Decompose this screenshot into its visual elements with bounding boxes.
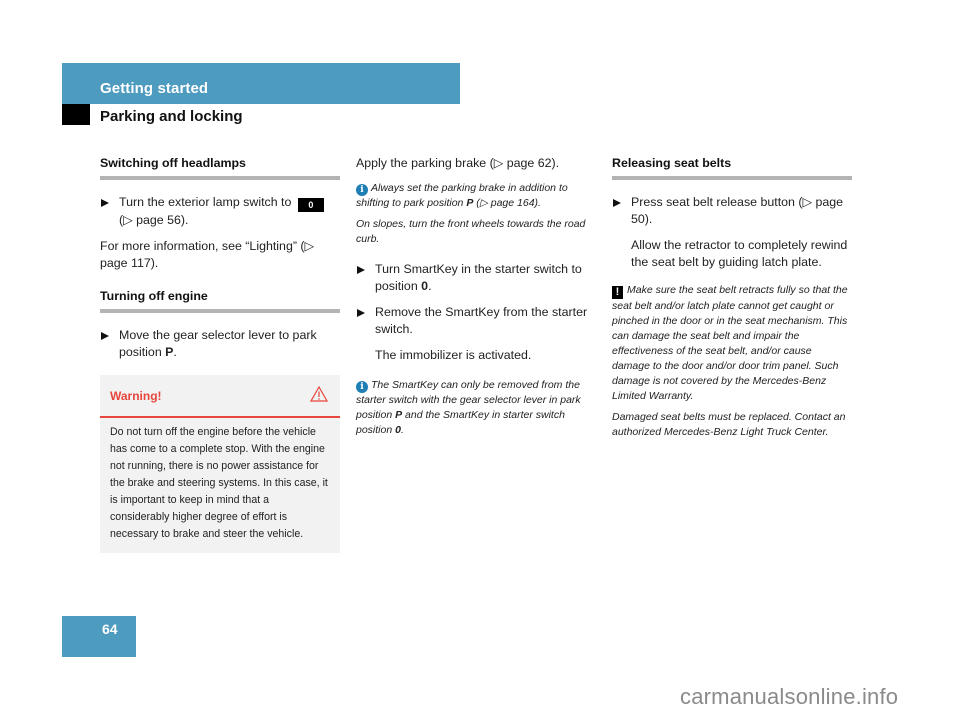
more-info-text: For more information, see “Lighting” (▷ …: [100, 239, 315, 270]
lamp-switch-position-icon: 0: [297, 198, 324, 212]
bullet-arrow-icon: [101, 332, 109, 340]
list-item: Turn SmartKey in the starter switch to p…: [356, 261, 596, 295]
result-text: The immobilizer is activated.: [375, 348, 532, 362]
parking-brake-instruction: Apply the parking brake (▷ page 62).: [356, 156, 560, 170]
page-number: 64: [102, 621, 118, 637]
exclamation-icon: !: [612, 286, 623, 299]
heading-turning-off-engine: Turning off engine: [100, 288, 340, 313]
info-icon: i: [356, 184, 368, 196]
section-marker: [62, 104, 90, 125]
info-icon: i: [356, 381, 368, 393]
heading-switching-off-headlamps: Switching off headlamps: [100, 155, 340, 180]
info-note-extra: On slopes, turn the front wheels towards…: [356, 218, 586, 245]
info-note: i The SmartKey can only be removed from t…: [356, 379, 581, 436]
page-reference[interactable]: (▷ page 56).: [119, 213, 188, 227]
bullet-arrow-icon: [357, 309, 365, 317]
bullet-arrow-icon: [101, 199, 109, 207]
column-1: Switching off headlamps Turn the exterio…: [100, 155, 340, 553]
bullet-arrow-icon: [357, 266, 365, 274]
list-item: Remove the SmartKey from the starter swi…: [356, 304, 596, 338]
info-note: i Always set the parking brake in additio…: [356, 182, 568, 209]
bullet-arrow-icon: [613, 199, 621, 207]
column-2: Apply the parking brake (▷ page 62). i Al…: [356, 155, 596, 444]
warning-header: Warning!: [100, 375, 340, 418]
section-title: Parking and locking: [100, 108, 243, 125]
watermark: carmanualsonline.info: [680, 684, 899, 709]
warning-triangle-icon: [309, 385, 329, 407]
list-item: Move the gear selector lever to park pos…: [100, 327, 340, 361]
caution-note: ! Make sure the seat belt retracts fully …: [612, 284, 848, 402]
followup-text: Allow the retractor to completely rewind…: [631, 238, 848, 269]
list-item: Turn the exterior lamp switch to 0 (▷ pa…: [100, 194, 340, 229]
list-item: Press seat belt release button (▷ page 5…: [612, 194, 852, 228]
chapter-header-band: Getting started: [62, 63, 460, 104]
warning-label: Warning!: [110, 389, 162, 403]
heading-releasing-seat-belts: Releasing seat belts: [612, 155, 852, 180]
chapter-title: Getting started: [100, 80, 209, 97]
page-number-box: 64: [62, 616, 136, 657]
warning-body: Do not turn off the engine before the ve…: [110, 426, 328, 540]
column-3: Releasing seat belts Press seat belt rel…: [612, 155, 852, 446]
warning-box: Warning! Do not turn off the engine befo…: [100, 375, 340, 553]
caution-note-extra: Damaged seat belts must be replaced. Con…: [612, 411, 846, 438]
